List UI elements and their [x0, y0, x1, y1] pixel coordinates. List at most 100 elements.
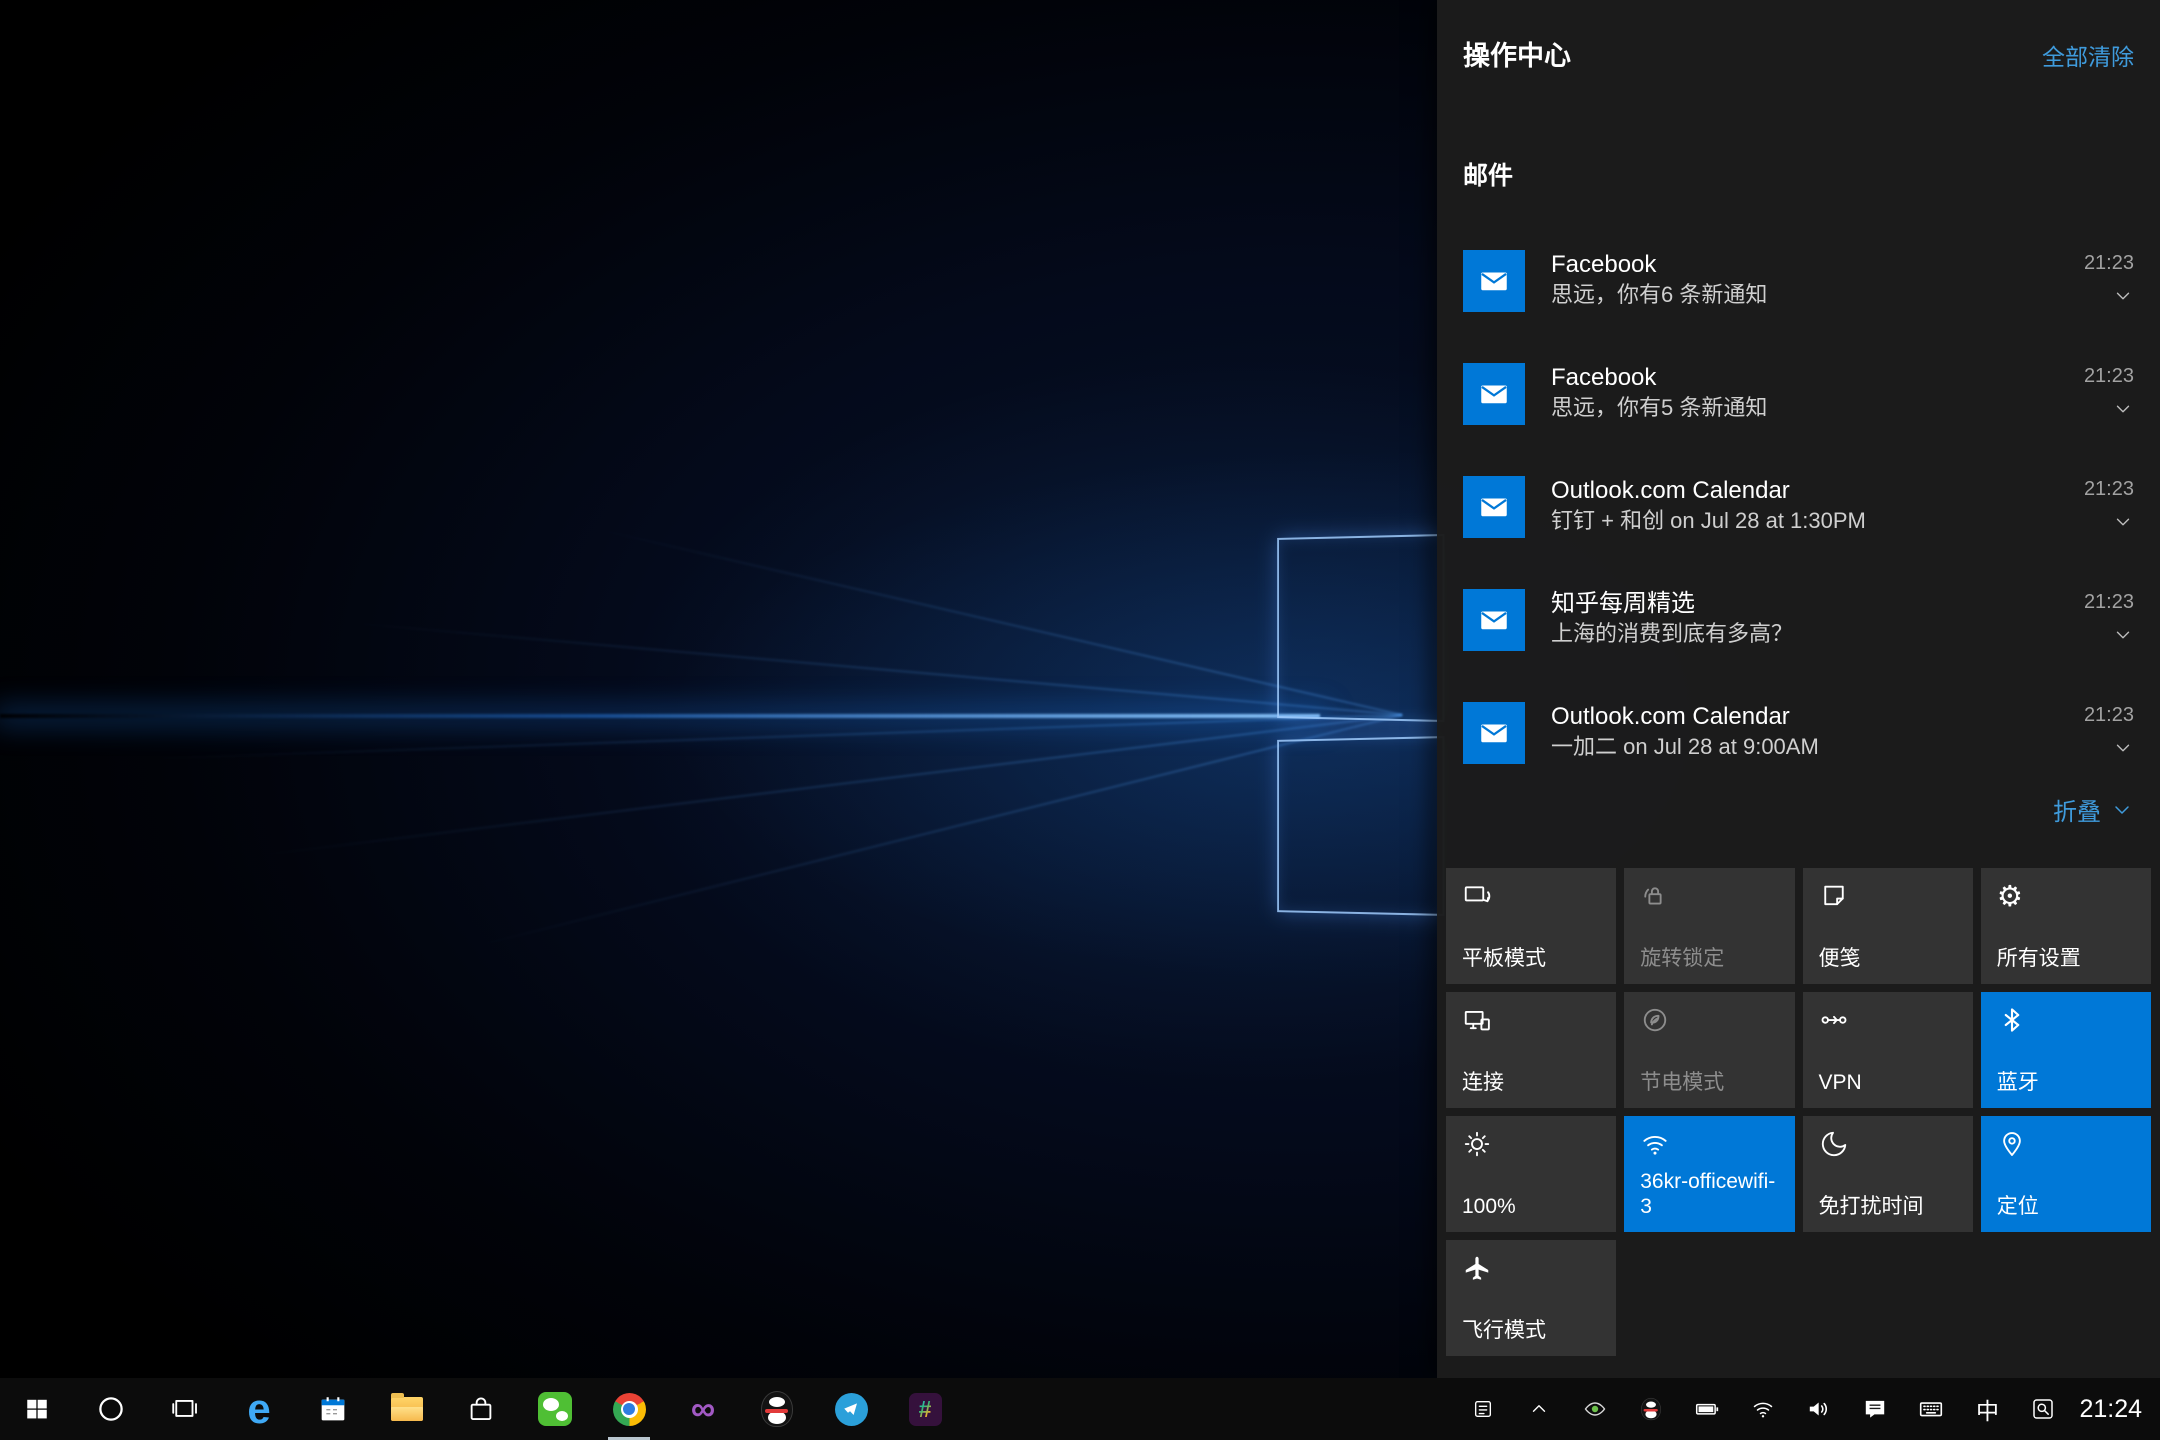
tile-wifi[interactable]: 36kr-officewifi-3	[1624, 1116, 1794, 1232]
notification-title: 知乎每周精选	[1551, 589, 2072, 619]
tray-app-glyph-icon	[1472, 1398, 1494, 1420]
wifi-icon	[1751, 1397, 1775, 1421]
cortana-search-button[interactable]	[74, 1378, 148, 1440]
notification[interactable]: Facebook 思远，你有6 条新通知 21:23	[1437, 238, 2160, 351]
tile-label: 蓝牙	[1997, 1070, 2135, 1095]
tile-label: 节电模式	[1640, 1070, 1778, 1095]
action-center-header: 操作中心 全部清除	[1463, 34, 2134, 73]
tile-all-settings[interactable]: ⚙ 所有设置	[1981, 868, 2151, 984]
magnifier-box-icon	[2031, 1397, 2055, 1421]
taskbar: e ∞	[0, 1378, 2160, 1440]
telegram-icon[interactable]	[814, 1378, 888, 1440]
chevron-down-icon[interactable]	[2112, 511, 2134, 533]
notification-body: 一加二 on Jul 28 at 9:00AM	[1551, 732, 2072, 761]
settings-gear-icon: ⚙	[1997, 881, 2135, 911]
envelope-icon	[1477, 603, 1511, 637]
notification-text: Facebook 思远，你有5 条新通知	[1551, 363, 2072, 464]
cortana-circle-icon	[96, 1394, 126, 1424]
chevron-down-icon[interactable]	[2112, 285, 2134, 307]
chevron-down-icon[interactable]	[2112, 624, 2134, 646]
tile-label: 100%	[1462, 1194, 1600, 1219]
notification[interactable]: 知乎每周精选 上海的消费到底有多高？ 21:23	[1437, 577, 2160, 690]
mail-app-icon	[1463, 363, 1525, 425]
calendar-app-icon[interactable]	[296, 1378, 370, 1440]
tile-label: VPN	[1819, 1070, 1957, 1095]
tile-bluetooth[interactable]: 蓝牙	[1981, 992, 2151, 1108]
notification[interactable]: Facebook 思远，你有5 条新通知 21:23	[1437, 351, 2160, 464]
qq-penguin-icon	[1642, 1398, 1662, 1420]
eye-icon	[1583, 1397, 1607, 1421]
slack-icon[interactable]: #	[888, 1378, 962, 1440]
chrome-icon[interactable]	[592, 1378, 666, 1440]
vs-infinity-icon: ∞	[691, 1392, 715, 1426]
tile-location[interactable]: 定位	[1981, 1116, 2151, 1232]
wechat-bubbles-icon	[538, 1392, 572, 1426]
quick-actions-grid: 平板模式 旋转锁定 便笺 ⚙ 所有设置 连接 节电模式	[1446, 868, 2151, 1356]
visual-studio-icon[interactable]: ∞	[666, 1378, 740, 1440]
wallpaper-glow	[0, 420, 1437, 1040]
clear-all-link[interactable]: 全部清除	[2042, 38, 2134, 72]
taskbar-apps: e ∞	[0, 1378, 962, 1440]
screen: 操作中心 全部清除 邮件 Facebook 思远，你有6 条新通知 21:23	[0, 0, 2160, 1440]
ime-search-button[interactable]	[2015, 1378, 2071, 1440]
task-view-icon	[170, 1394, 200, 1424]
qq-icon[interactable]	[740, 1378, 814, 1440]
tile-connect[interactable]: 连接	[1446, 992, 1616, 1108]
action-center-button[interactable]	[1847, 1378, 1903, 1440]
store-icon[interactable]	[444, 1378, 518, 1440]
battery-indicator[interactable]	[1679, 1378, 1735, 1440]
touch-keyboard-button[interactable]	[1903, 1378, 1959, 1440]
hidden-icons-chevron[interactable]	[1511, 1378, 1567, 1440]
tile-tablet-mode[interactable]: 平板模式	[1446, 868, 1616, 984]
notification-time: 21:23	[2084, 250, 2134, 276]
notification-time: 21:23	[2084, 363, 2134, 389]
notification-meta: 21:23	[2084, 363, 2134, 464]
wallpaper-light-beam	[0, 714, 1320, 718]
notification[interactable]: Outlook.com Calendar 钉钉 + 和创 on Jul 28 a…	[1437, 464, 2160, 577]
tray-eye-icon[interactable]	[1567, 1378, 1623, 1440]
tile-vpn[interactable]: VPN	[1803, 992, 1973, 1108]
battery-saver-icon	[1640, 1005, 1670, 1035]
calendar-icon	[317, 1393, 349, 1425]
network-indicator[interactable]	[1735, 1378, 1791, 1440]
tray-qq-icon[interactable]	[1623, 1378, 1679, 1440]
ime-language-indicator[interactable]: 中	[1959, 1378, 2015, 1440]
notification-text: 知乎每周精选 上海的消费到底有多高？	[1551, 589, 2072, 690]
notification-time: 21:23	[2084, 476, 2134, 502]
tile-battery-saver[interactable]: 节电模式	[1624, 992, 1794, 1108]
rotation-lock-icon	[1640, 881, 1670, 911]
volume-indicator[interactable]	[1791, 1378, 1847, 1440]
tile-rotation-lock[interactable]: 旋转锁定	[1624, 868, 1794, 984]
notification-title: Facebook	[1551, 250, 2072, 280]
chevron-down-icon[interactable]	[2112, 398, 2134, 420]
notification-title: Outlook.com Calendar	[1551, 476, 2072, 506]
action-center-title: 操作中心	[1463, 34, 1571, 73]
notification-list: Facebook 思远，你有6 条新通知 21:23 Facebook 思远，你…	[1437, 238, 2160, 773]
notification-meta: 21:23	[2084, 476, 2134, 577]
notification-meta: 21:23	[2084, 250, 2134, 351]
notification-body: 思远，你有5 条新通知	[1551, 393, 2072, 422]
file-explorer-icon[interactable]	[370, 1378, 444, 1440]
tile-note[interactable]: 便笺	[1803, 868, 1973, 984]
note-icon	[1819, 881, 1849, 911]
tile-quiet-hours[interactable]: 免打扰时间	[1803, 1116, 1973, 1232]
connect-icon	[1462, 1005, 1492, 1035]
start-button[interactable]	[0, 1378, 74, 1440]
task-view-button[interactable]	[148, 1378, 222, 1440]
chevron-down-icon[interactable]	[2112, 737, 2134, 759]
slack-hash-icon: #	[909, 1393, 942, 1426]
tile-airplane-mode[interactable]: 飞行模式	[1446, 1240, 1616, 1356]
notification-meta: 21:23	[2084, 702, 2134, 773]
notification[interactable]: Outlook.com Calendar 一加二 on Jul 28 at 9:…	[1437, 690, 2160, 773]
tray-app-icon[interactable]	[1455, 1378, 1511, 1440]
tile-brightness[interactable]: 100%	[1446, 1116, 1616, 1232]
system-tray: 中 21:24	[1455, 1378, 2160, 1440]
collapse-link[interactable]: 折叠	[2053, 792, 2134, 827]
wechat-icon[interactable]	[518, 1378, 592, 1440]
windows-logo-icon	[24, 1396, 50, 1422]
notification-body: 钉钉 + 和创 on Jul 28 at 1:30PM	[1551, 506, 2072, 535]
taskbar-clock[interactable]: 21:24	[2071, 1378, 2160, 1440]
edge-icon[interactable]: e	[222, 1378, 296, 1440]
edge-e-icon: e	[247, 1388, 270, 1430]
tile-label: 旋转锁定	[1640, 946, 1778, 971]
